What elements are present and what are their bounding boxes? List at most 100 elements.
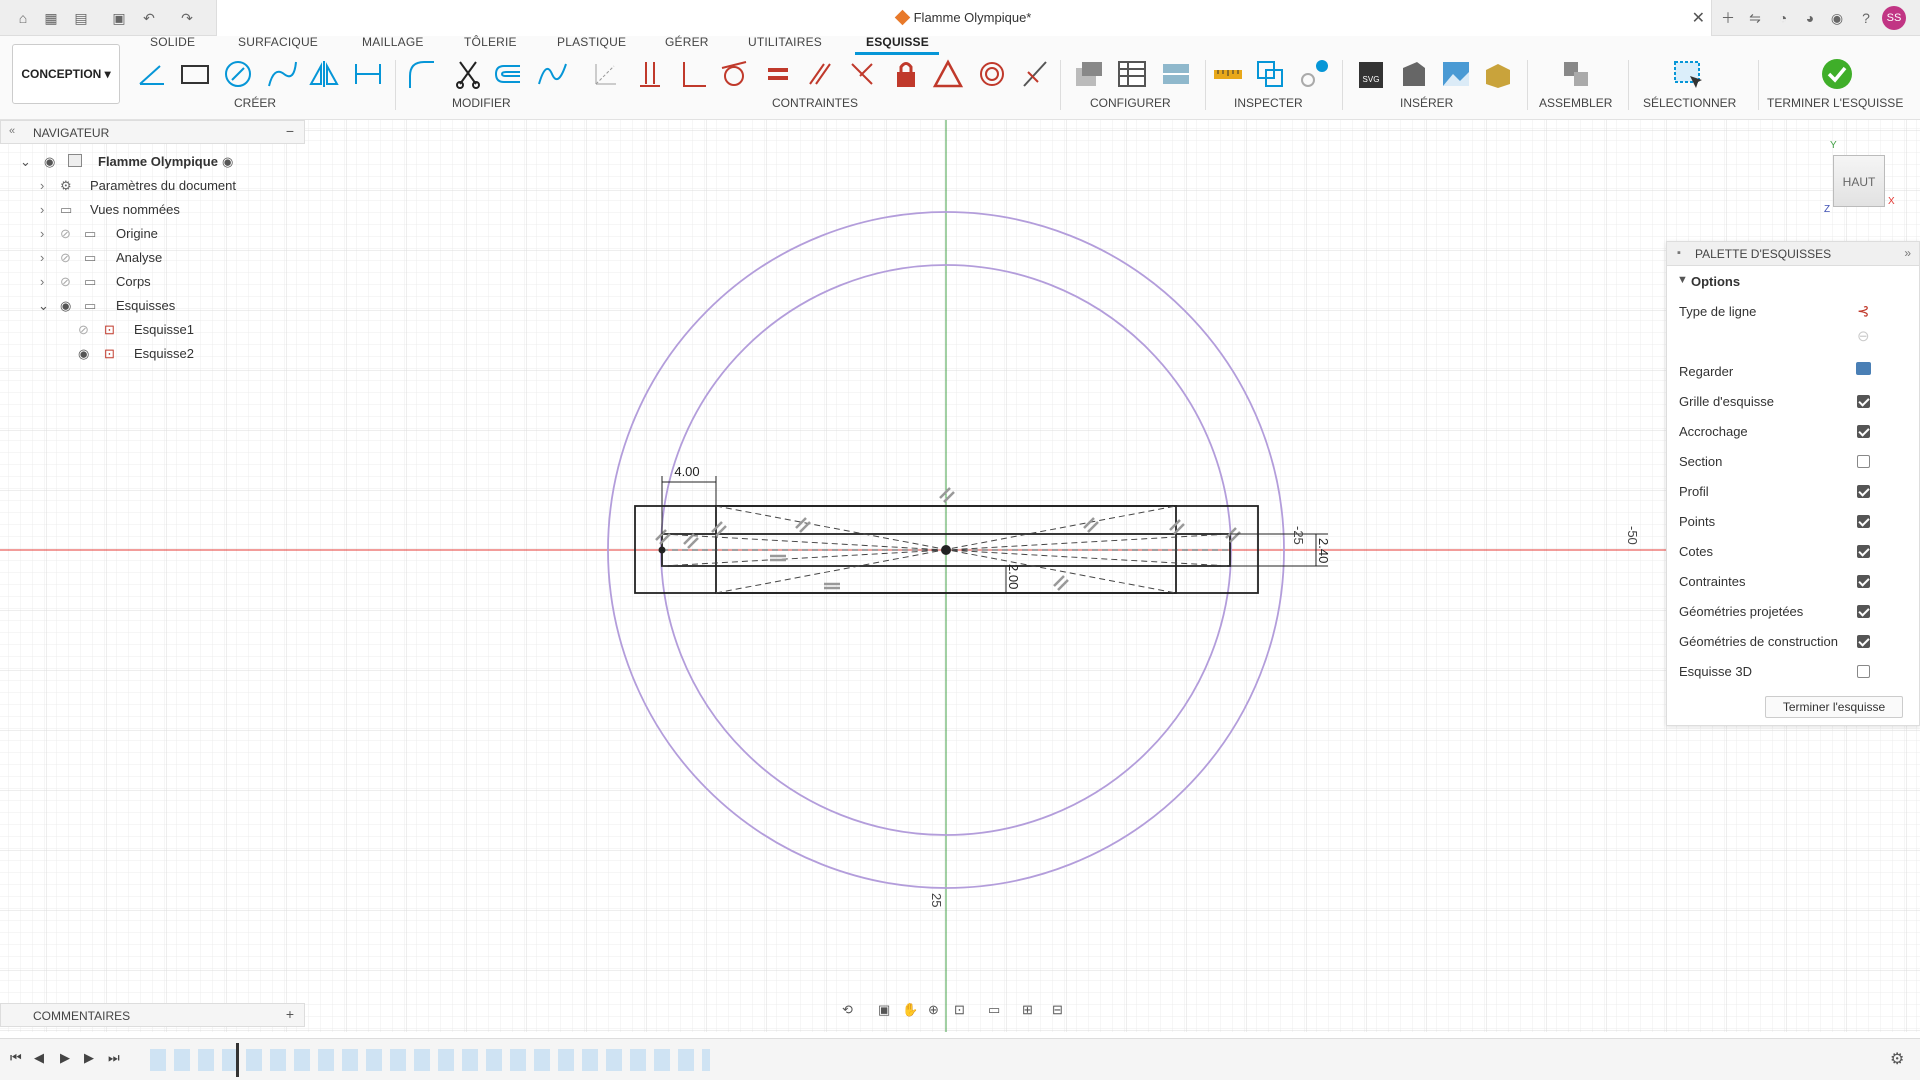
rectangle-tool-icon[interactable] — [179, 58, 211, 90]
redo-icon[interactable]: ↷ — [178, 9, 196, 27]
tab-gerer[interactable]: GÉRER — [665, 35, 709, 49]
look-at-icon[interactable] — [1856, 362, 1871, 375]
orbit-icon[interactable]: ⟲ — [842, 1002, 853, 1018]
collapse-panel-icon[interactable]: « — [9, 125, 15, 137]
tree-item-esquisses[interactable]: ⌄ ◉ ▭ Esquisses — [36, 295, 276, 315]
go-to-end-icon[interactable]: ⏭ — [108, 1050, 120, 1066]
viewports-icon[interactable]: ⊟ — [1052, 1002, 1063, 1018]
select-window-icon[interactable] — [1672, 58, 1704, 90]
go-to-start-icon[interactable]: ⏮ — [10, 1050, 22, 1066]
chevron-down-icon[interactable]: ⌄ — [38, 298, 49, 314]
section-checkbox[interactable] — [1857, 455, 1870, 468]
tree-item-corps[interactable]: › ⊘ ▭ Corps — [36, 271, 276, 291]
chevron-right-icon[interactable]: › — [40, 202, 44, 217]
tab-solide[interactable]: SOLIDE — [150, 35, 195, 49]
collinear-constraint-icon[interactable] — [846, 58, 878, 90]
interference-icon[interactable] — [1254, 58, 1286, 90]
eye-hidden-icon[interactable]: ⊘ — [60, 226, 71, 242]
tab-maillage[interactable]: MAILLAGE — [362, 35, 424, 49]
vertical-constraint-icon[interactable] — [634, 58, 666, 90]
navigator-header[interactable]: « NAVIGATEUR − — [0, 120, 305, 144]
cotes-checkbox[interactable] — [1857, 545, 1870, 558]
group-selectionner[interactable]: SÉLECTIONNER — [1643, 96, 1736, 110]
tab-tolerie[interactable]: TÔLERIE — [464, 35, 517, 49]
arc-tool-icon[interactable] — [266, 58, 298, 90]
tab-surfacique[interactable]: SURFACIQUE — [238, 35, 318, 49]
zoom-icon[interactable]: ⊕ — [928, 1002, 939, 1018]
eye-icon[interactable]: ◉ — [78, 346, 89, 362]
offset-tool-icon[interactable] — [492, 58, 524, 90]
insert-mcmaster-icon[interactable] — [1482, 58, 1514, 90]
document-tab[interactable]: Flamme Olympique* ✕ — [216, 0, 1712, 36]
file-menu-icon[interactable]: ▤ — [72, 9, 90, 27]
avatar[interactable]: SS — [1882, 6, 1906, 30]
coincident-constraint-icon[interactable] — [590, 58, 622, 90]
fix-constraint-icon[interactable] — [890, 58, 922, 90]
viewcube[interactable]: HAUT — [1833, 155, 1885, 207]
sketch-canvas[interactable]: 4.00 2.00 2.40 -25 -50 25 — [0, 120, 1920, 1032]
apps-grid-icon[interactable]: ▦ — [42, 9, 60, 27]
parallel-constraint-icon[interactable] — [804, 58, 836, 90]
contraintes-checkbox[interactable] — [1857, 575, 1870, 588]
midpoint-constraint-icon[interactable] — [1018, 58, 1050, 90]
step-back-icon[interactable]: ◀ — [34, 1050, 44, 1066]
look-at-icon[interactable]: ▣ — [878, 1002, 890, 1018]
fillet-tool-icon[interactable] — [404, 58, 436, 90]
eye-icon[interactable]: ◉ — [44, 154, 55, 170]
curvature-analysis-icon[interactable] — [1298, 58, 1330, 90]
chevron-right-icon[interactable]: › — [40, 274, 44, 289]
group-creer[interactable]: CRÉER — [234, 96, 276, 110]
extensions-icon[interactable]: ◕ — [1801, 9, 1819, 27]
tree-item-vues-nommees[interactable]: › ▭ Vues nommées — [36, 199, 276, 219]
group-contraintes[interactable]: CONTRAINTES — [772, 96, 858, 110]
grid-settings-icon[interactable]: ⊞ — [1022, 1002, 1033, 1018]
eye-hidden-icon[interactable]: ⊘ — [78, 322, 89, 338]
dimension-right-label[interactable]: 2.40 — [1316, 538, 1331, 563]
geo-projetees-checkbox[interactable] — [1857, 605, 1870, 618]
tangent-constraint-icon[interactable] — [718, 58, 750, 90]
timeline-marker[interactable] — [236, 1043, 239, 1077]
tree-root[interactable]: ⌄ ◉ Flamme Olympique ◉ — [20, 151, 250, 171]
undo-icon[interactable]: ↶ — [140, 9, 158, 27]
tree-item-analyse[interactable]: › ⊘ ▭ Analyse — [36, 247, 276, 267]
palette-expand-icon[interactable]: » — [1904, 246, 1911, 260]
trim-tool-icon[interactable] — [452, 58, 484, 90]
chevron-down-icon[interactable]: ⌄ — [20, 154, 31, 170]
chevron-right-icon[interactable]: › — [40, 226, 44, 241]
close-tab-icon[interactable]: ✕ — [1692, 8, 1705, 28]
insert-mesh-icon[interactable] — [1397, 58, 1429, 90]
esquisse3d-checkbox[interactable] — [1857, 665, 1870, 678]
tree-item-parametres[interactable]: › ⚙ Paramètres du document — [36, 175, 276, 195]
mirror-tool-icon[interactable] — [308, 58, 340, 90]
palette-header[interactable]: ▪ PALETTE D'ESQUISSES » — [1667, 242, 1919, 266]
eye-hidden-icon[interactable]: ⊘ — [60, 250, 71, 266]
group-inspecter[interactable]: INSPECTER — [1234, 96, 1303, 110]
grille-checkbox[interactable] — [1857, 395, 1870, 408]
activate-radio-icon[interactable]: ◉ — [222, 154, 233, 170]
construction-line-icon[interactable]: ⊰ — [1857, 302, 1870, 320]
help-icon[interactable]: ? — [1857, 9, 1875, 27]
job-status-icon[interactable]: ◔ — [1774, 9, 1792, 27]
add-comment-icon[interactable]: + — [286, 1006, 294, 1022]
dimension-height-label[interactable]: 2.00 — [1006, 564, 1021, 589]
save-icon[interactable]: ▣ — [110, 9, 128, 27]
insert-svg-icon[interactable]: SVG — [1355, 58, 1387, 90]
workspace-switcher[interactable]: CONCEPTION ▾ — [12, 44, 120, 104]
chevron-right-icon[interactable]: › — [40, 178, 44, 193]
eye-icon[interactable]: ◉ — [60, 298, 71, 314]
equal-constraint-icon[interactable] — [762, 58, 794, 90]
group-inserer[interactable]: INSÉRER — [1400, 96, 1453, 110]
spline-tool-icon[interactable] — [536, 58, 568, 90]
dimension-width-label[interactable]: 4.00 — [674, 464, 699, 479]
measure-icon[interactable] — [1212, 58, 1244, 90]
concentric-constraint-icon[interactable] — [976, 58, 1008, 90]
options-chevron-icon[interactable]: ▼ — [1677, 274, 1688, 286]
points-checkbox[interactable] — [1857, 515, 1870, 528]
minimize-icon[interactable]: − — [286, 123, 294, 139]
configure-rule-icon[interactable] — [1160, 58, 1192, 90]
centerline-icon[interactable]: ⊖ — [1857, 327, 1870, 345]
group-terminer-esquisse[interactable]: TERMINER L'ESQUISSE — [1767, 96, 1903, 110]
tree-item-esquisse1[interactable]: ⊘ ⊡ Esquisse1 — [78, 319, 278, 339]
display-settings-icon[interactable]: ▭ — [988, 1002, 1000, 1018]
profil-checkbox[interactable] — [1857, 485, 1870, 498]
